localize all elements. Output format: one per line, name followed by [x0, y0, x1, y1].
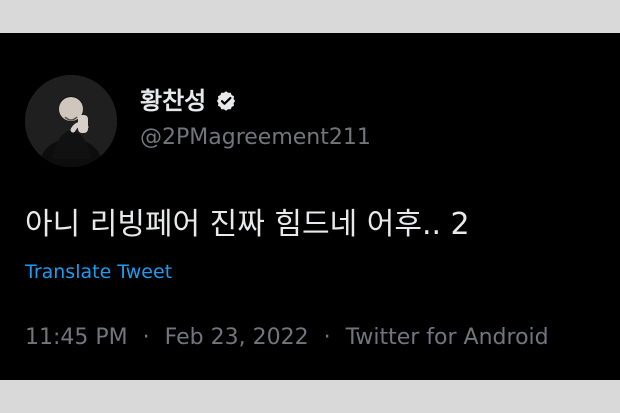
- translate-tweet-link[interactable]: Translate Tweet: [25, 259, 172, 285]
- tweet-time[interactable]: 11:45 PM: [25, 325, 128, 350]
- meta-separator-2: ·: [323, 325, 331, 350]
- verified-badge-icon: [214, 89, 238, 113]
- tweet-source[interactable]: Twitter for Android: [346, 325, 549, 350]
- tweet-card: 황찬성 @2PMagreement211 아니 리빙페어 진짜 힘드네 어후..…: [0, 33, 620, 380]
- tweet-date[interactable]: Feb 23, 2022: [165, 325, 309, 350]
- tweet-meta: 11:45 PM · Feb 23, 2022 · Twitter for An…: [25, 323, 549, 353]
- display-name[interactable]: 황찬성: [140, 86, 206, 116]
- author-handle[interactable]: @2PMagreement211: [140, 123, 371, 153]
- avatar[interactable]: [25, 75, 117, 167]
- author-name-row[interactable]: 황찬성: [140, 86, 238, 116]
- tweet-text: 아니 리빙페어 진짜 힘드네 어후.. 2: [25, 207, 470, 242]
- meta-separator: ·: [142, 325, 150, 350]
